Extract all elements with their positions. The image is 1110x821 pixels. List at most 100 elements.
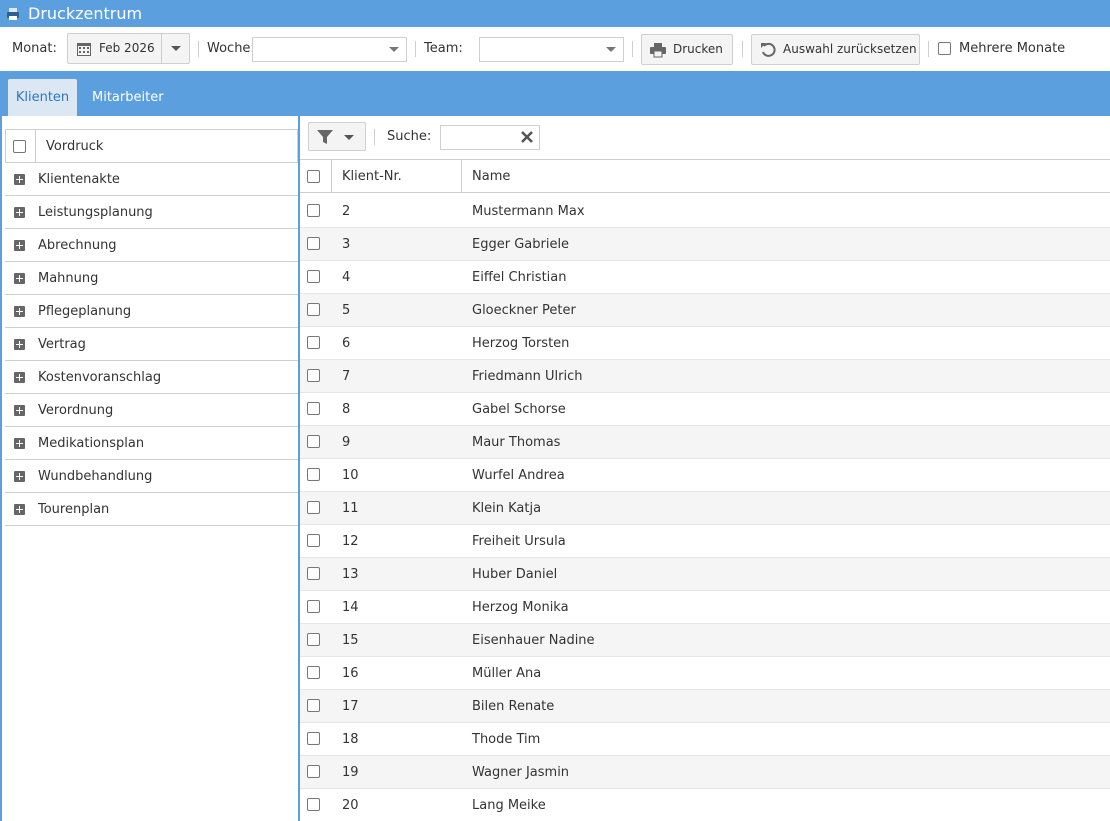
column-header-name[interactable]: Name bbox=[472, 169, 510, 184]
expand-icon[interactable] bbox=[14, 438, 25, 449]
expand-icon[interactable] bbox=[14, 504, 25, 515]
cell-name: Friedmann Ulrich bbox=[472, 369, 583, 384]
row-checkbox[interactable] bbox=[307, 732, 320, 745]
select-all-forms-checkbox[interactable] bbox=[13, 140, 26, 153]
tree-item[interactable]: Tourenplan bbox=[5, 493, 298, 526]
table-row[interactable]: 2 Mustermann Max bbox=[300, 195, 1110, 228]
month-dropdown-button[interactable] bbox=[161, 34, 189, 63]
caret-down-icon bbox=[389, 47, 399, 52]
tree-item[interactable]: Kostenvoranschlag bbox=[5, 361, 298, 394]
expand-icon[interactable] bbox=[14, 471, 25, 482]
expand-icon[interactable] bbox=[14, 372, 25, 383]
tree-item-label: Verordnung bbox=[38, 403, 114, 418]
table-row[interactable]: 3 Egger Gabriele bbox=[300, 228, 1110, 261]
table-row[interactable]: 17 Bilen Renate bbox=[300, 690, 1110, 723]
row-checkbox[interactable] bbox=[307, 501, 320, 514]
expand-icon[interactable] bbox=[14, 240, 25, 251]
table-row[interactable]: 10 Wurfel Andrea bbox=[300, 459, 1110, 492]
select-all-clients-checkbox[interactable] bbox=[307, 170, 320, 183]
table-row[interactable]: 18 Thode Tim bbox=[300, 723, 1110, 756]
table-row[interactable]: 6 Herzog Torsten bbox=[300, 327, 1110, 360]
table-row[interactable]: 20 Lang Meike bbox=[300, 789, 1110, 821]
calendar-icon[interactable] bbox=[77, 42, 91, 56]
expand-icon[interactable] bbox=[14, 306, 25, 317]
month-picker[interactable]: Feb 2026 bbox=[67, 33, 190, 64]
table-row[interactable]: 19 Wagner Jasmin bbox=[300, 756, 1110, 789]
cell-client-nr: 12 bbox=[342, 534, 359, 549]
row-checkbox[interactable] bbox=[307, 369, 320, 382]
row-checkbox[interactable] bbox=[307, 567, 320, 580]
print-button-label: Drucken bbox=[673, 42, 723, 56]
row-checkbox[interactable] bbox=[307, 798, 320, 811]
client-grid-panel: Suche: Klient-Nr. Name 2 Mustermann Max 3 E… bbox=[300, 116, 1110, 821]
table-row[interactable]: 5 Gloeckner Peter bbox=[300, 294, 1110, 327]
tree-item[interactable]: Medikationsplan bbox=[5, 427, 298, 460]
tree-item[interactable]: Vertrag bbox=[5, 328, 298, 361]
row-checkbox[interactable] bbox=[307, 303, 320, 316]
row-checkbox[interactable] bbox=[307, 666, 320, 679]
reset-selection-button[interactable]: Auswahl zurücksetzen bbox=[751, 34, 920, 65]
table-row[interactable]: 15 Eisenhauer Nadine bbox=[300, 624, 1110, 657]
row-checkbox[interactable] bbox=[307, 402, 320, 415]
table-row[interactable]: 7 Friedmann Ulrich bbox=[300, 360, 1110, 393]
cell-client-nr: 5 bbox=[342, 303, 351, 318]
tree-item-label: Kostenvoranschlag bbox=[38, 370, 162, 385]
tab-mitarbeiter[interactable]: Mitarbeiter bbox=[92, 79, 164, 116]
table-row[interactable]: 4 Eiffel Christian bbox=[300, 261, 1110, 294]
cell-name: Thode Tim bbox=[472, 732, 541, 747]
week-label: Woche: bbox=[207, 41, 255, 56]
team-select[interactable] bbox=[479, 37, 624, 62]
row-checkbox[interactable] bbox=[307, 270, 320, 283]
expand-icon[interactable] bbox=[14, 405, 25, 416]
tree-item[interactable]: Mahnung bbox=[5, 262, 298, 295]
table-row[interactable]: 14 Herzog Monika bbox=[300, 591, 1110, 624]
row-checkbox[interactable] bbox=[307, 534, 320, 547]
tree-item-label: Pflegeplanung bbox=[38, 304, 132, 319]
expand-icon[interactable] bbox=[14, 339, 25, 350]
row-checkbox[interactable] bbox=[307, 204, 320, 217]
tree-item-label: Leistungsplanung bbox=[38, 205, 153, 220]
undo-icon bbox=[760, 42, 776, 58]
tree-item[interactable]: Abrechnung bbox=[5, 229, 298, 262]
tree-item[interactable]: Verordnung bbox=[5, 394, 298, 427]
expand-icon[interactable] bbox=[14, 273, 25, 284]
expand-icon[interactable] bbox=[14, 174, 25, 185]
search-label: Suche: bbox=[387, 129, 432, 144]
printer-icon bbox=[650, 43, 666, 58]
clear-search-icon[interactable] bbox=[521, 131, 533, 143]
row-checkbox[interactable] bbox=[307, 600, 320, 613]
column-header-client-nr[interactable]: Klient-Nr. bbox=[342, 169, 402, 184]
search-input[interactable] bbox=[440, 125, 540, 150]
tree-item-label: Klientenakte bbox=[38, 172, 120, 187]
table-row[interactable]: 11 Klein Katja bbox=[300, 492, 1110, 525]
cell-client-nr: 13 bbox=[342, 567, 359, 582]
cell-name: Mustermann Max bbox=[472, 204, 585, 219]
multiple-months-label[interactable]: Mehrere Monate bbox=[959, 41, 1065, 56]
tree-item[interactable]: Leistungsplanung bbox=[5, 196, 298, 229]
row-checkbox[interactable] bbox=[307, 699, 320, 712]
expand-icon[interactable] bbox=[14, 207, 25, 218]
table-row[interactable]: 13 Huber Daniel bbox=[300, 558, 1110, 591]
filter-dropdown-button[interactable] bbox=[308, 122, 366, 151]
row-checkbox[interactable] bbox=[307, 336, 320, 349]
tab-klienten[interactable]: Klienten bbox=[8, 79, 77, 116]
tree-item[interactable]: Pflegeplanung bbox=[5, 295, 298, 328]
row-checkbox[interactable] bbox=[307, 237, 320, 250]
tree-item[interactable]: Wundbehandlung bbox=[5, 460, 298, 493]
row-checkbox[interactable] bbox=[307, 765, 320, 778]
table-row[interactable]: 16 Müller Ana bbox=[300, 657, 1110, 690]
tree-item[interactable]: Klientenakte bbox=[5, 163, 298, 196]
row-checkbox[interactable] bbox=[307, 435, 320, 448]
table-row[interactable]: 9 Maur Thomas bbox=[300, 426, 1110, 459]
multiple-months-checkbox[interactable] bbox=[938, 42, 951, 55]
column-divider bbox=[35, 130, 36, 163]
title-bar: Druckzentrum bbox=[0, 0, 1110, 27]
row-checkbox[interactable] bbox=[307, 468, 320, 481]
print-button[interactable]: Drucken bbox=[641, 34, 733, 65]
row-checkbox[interactable] bbox=[307, 633, 320, 646]
window-title: Druckzentrum bbox=[28, 4, 143, 23]
table-row[interactable]: 8 Gabel Schorse bbox=[300, 393, 1110, 426]
cell-client-nr: 9 bbox=[342, 435, 351, 450]
table-row[interactable]: 12 Freiheit Ursula bbox=[300, 525, 1110, 558]
week-select[interactable] bbox=[252, 37, 407, 62]
